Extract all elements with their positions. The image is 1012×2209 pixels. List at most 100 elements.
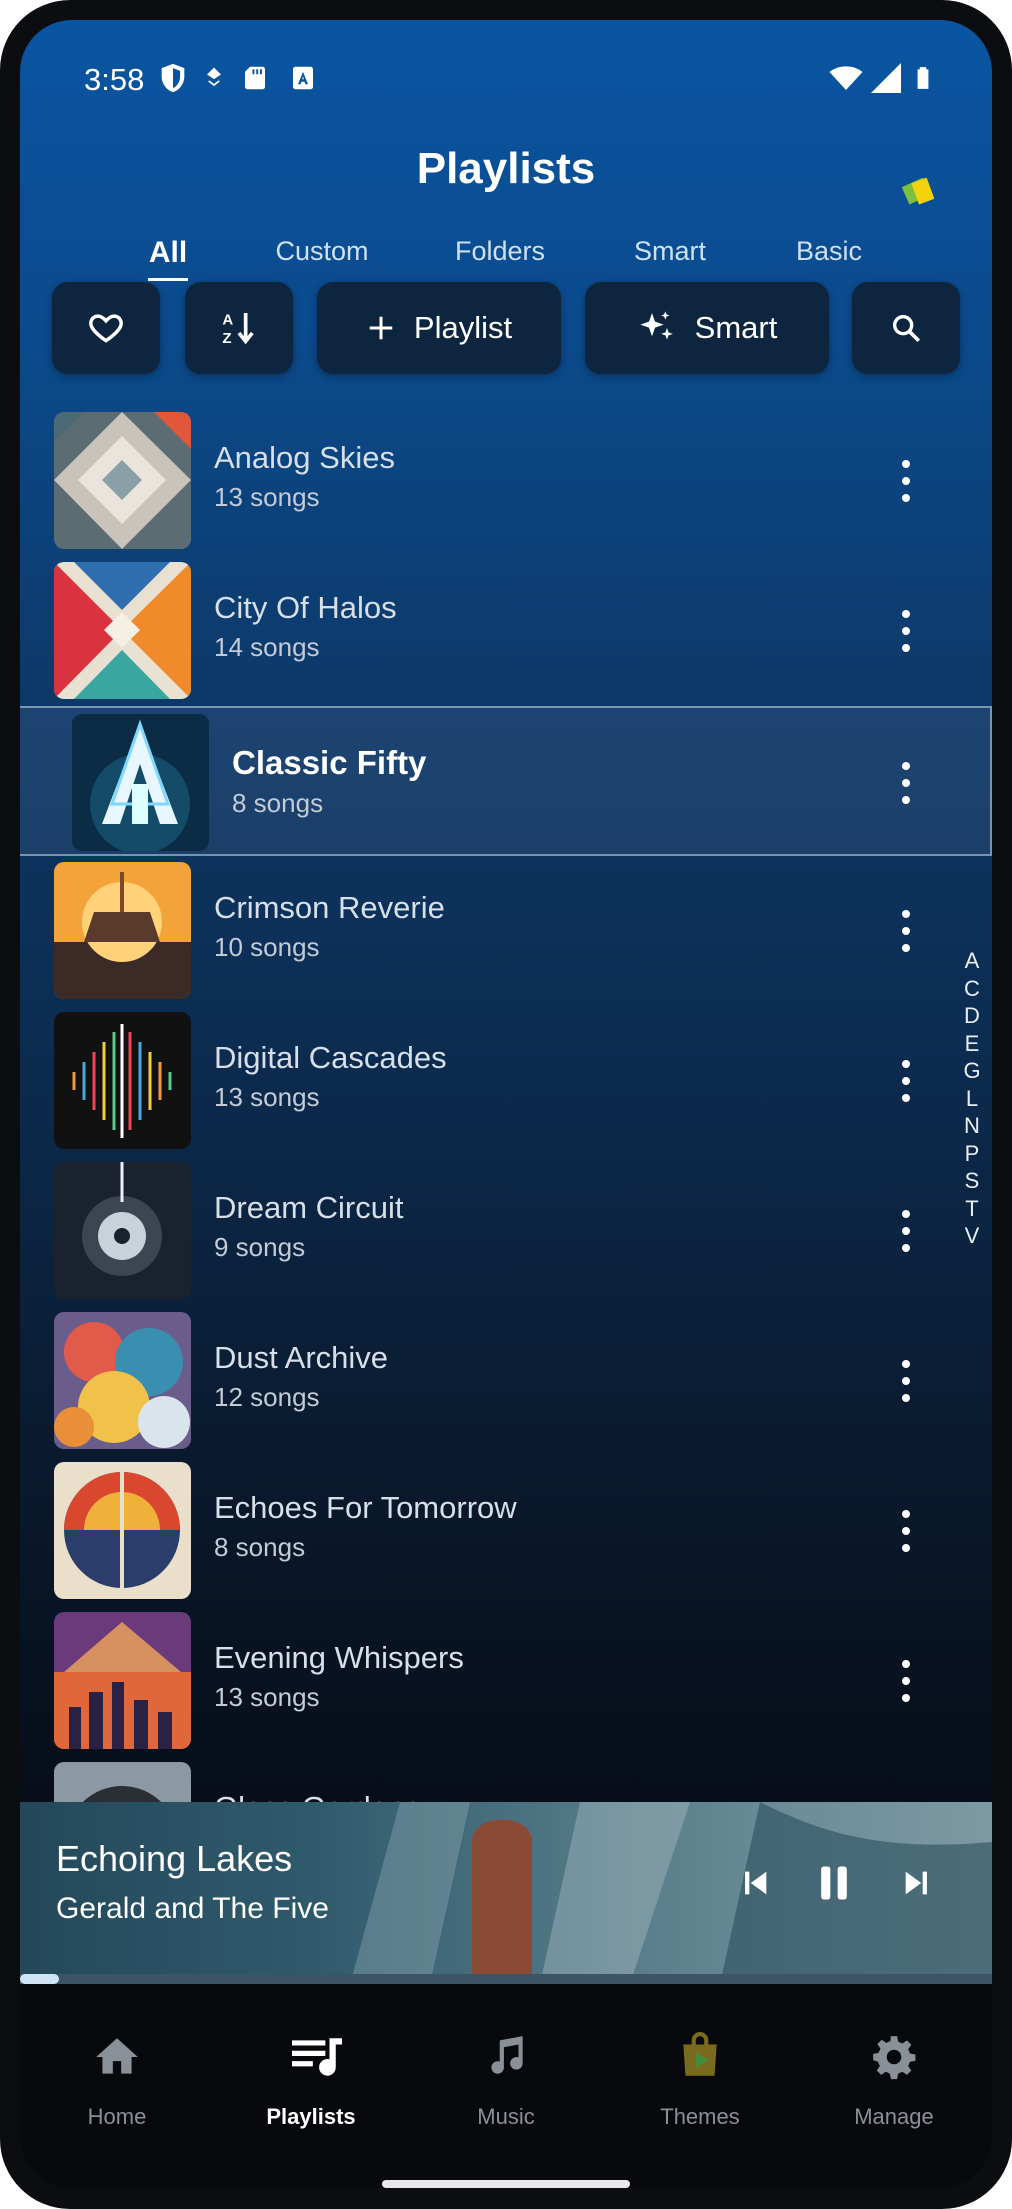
playlist-name: Evening Whispers (214, 1640, 464, 1675)
app-notification-icon (293, 66, 313, 90)
now-playing-artist: Gerald and The Five (56, 1892, 329, 1925)
more-options-icon[interactable] (898, 1654, 914, 1708)
playlist-artwork (54, 1162, 191, 1299)
playlist-row[interactable]: Dust Archive 12 songs (20, 1312, 992, 1462)
nav-manage[interactable]: Manage (799, 1984, 989, 2129)
playlist-song-count: 8 songs (214, 1532, 306, 1562)
playlist-artwork (54, 412, 191, 549)
tab-bar: All Custom Folders Smart Basic (20, 220, 992, 290)
tab-all[interactable]: All (149, 236, 187, 270)
now-playing-track: Echoing Lakes (56, 1838, 293, 1879)
tab-custom[interactable]: Custom (275, 236, 368, 267)
index-letter[interactable]: C (960, 976, 984, 1004)
pause-icon[interactable] (812, 1860, 856, 1906)
skip-previous-icon[interactable] (738, 1866, 772, 1900)
playlist-name: Dream Circuit (214, 1190, 404, 1225)
playlist-name: Crimson Reverie (214, 890, 445, 925)
app-screen: 3:58 Playlists All Custom Folders Smart … (20, 20, 992, 2188)
nav-playlists[interactable]: Playlists (216, 1984, 406, 2129)
more-options-icon[interactable] (898, 756, 914, 810)
more-options-icon[interactable] (898, 1204, 914, 1258)
smart-label: Smart (694, 310, 778, 345)
shield-icon (161, 63, 185, 93)
home-icon (96, 2038, 138, 2074)
playlist-row[interactable]: Crimson Reverie 10 songs (20, 862, 992, 1012)
playlist-icon (292, 2038, 342, 2076)
playback-progress[interactable] (20, 1974, 992, 1984)
playlist-song-count: 9 songs (214, 1232, 306, 1262)
playlist-row-selected[interactable]: Classic Fifty 8 songs (20, 706, 992, 856)
more-options-icon[interactable] (898, 1054, 914, 1108)
index-letter[interactable]: V (960, 1223, 984, 1251)
more-options-icon[interactable] (898, 904, 914, 958)
sort-az-icon: A Z (222, 312, 254, 347)
index-letter[interactable]: D (960, 1003, 984, 1031)
playlist-song-count: 12 songs (214, 1382, 320, 1412)
heart-icon (89, 314, 123, 343)
playlist-artwork (54, 1312, 191, 1449)
playlist-artwork (54, 562, 191, 699)
playlist-row[interactable]: Dream Circuit 9 songs (20, 1162, 992, 1312)
index-letter[interactable]: E (960, 1031, 984, 1059)
more-options-icon[interactable] (898, 1354, 914, 1408)
nav-home[interactable]: Home (22, 1984, 212, 2129)
tab-folders[interactable]: Folders (455, 236, 545, 267)
sd-card-icon (245, 66, 265, 90)
more-options-icon[interactable] (898, 454, 914, 508)
playlist-row[interactable]: Digital Cascades 13 songs (20, 1012, 992, 1162)
skip-next-icon[interactable] (900, 1866, 934, 1900)
tab-basic[interactable]: Basic (796, 236, 862, 267)
nav-themes[interactable]: Themes (605, 1984, 795, 2129)
alphabet-index[interactable]: A C D E G L N P S T V (960, 948, 984, 1251)
more-options-icon[interactable] (898, 1504, 914, 1558)
index-letter[interactable]: L (960, 1086, 984, 1114)
playlist-name: Digital Cascades (214, 1040, 447, 1075)
search-icon (892, 314, 921, 343)
playlist-song-count: 13 songs (214, 1082, 320, 1112)
phone-frame: 3:58 Playlists All Custom Folders Smart … (0, 0, 1012, 2209)
playlist-row[interactable]: City Of Halos 14 songs (20, 562, 992, 712)
index-letter[interactable]: G (960, 1058, 984, 1086)
playlist-song-count: 14 songs (214, 632, 320, 662)
playlist-artwork (54, 1462, 191, 1599)
playlist-song-count: 8 songs (232, 788, 324, 818)
playlist-artwork (54, 1612, 191, 1749)
index-letter[interactable]: S (960, 1168, 984, 1196)
nav-music[interactable]: Music (411, 1984, 601, 2129)
smart-playlist-button[interactable]: Smart (585, 282, 829, 374)
gear-icon (873, 2036, 916, 2080)
playlist-row[interactable]: Analog Skies 13 songs (20, 412, 992, 562)
wifi-icon (829, 66, 863, 90)
svg-text:A: A (222, 312, 233, 329)
playback-progress-fill (20, 1974, 59, 1984)
playlist-list[interactable]: Analog Skies 13 songs City Of Halos 14 s… (20, 390, 992, 1820)
new-playlist-label: Playlist (413, 310, 513, 345)
playlist-name: Dust Archive (214, 1340, 389, 1375)
status-bar: 3:58 (20, 20, 992, 140)
theme-palette-icon[interactable] (896, 170, 942, 216)
playlist-artwork (54, 1012, 191, 1149)
data-saver-icon (207, 67, 221, 87)
playlist-artwork (54, 862, 191, 999)
gesture-home-bar[interactable] (382, 2180, 630, 2188)
status-time: 3:58 (84, 62, 145, 97)
battery-icon (917, 67, 929, 89)
playlist-row[interactable]: Echoes For Tomorrow 8 songs (20, 1462, 992, 1612)
index-letter[interactable]: A (960, 948, 984, 976)
playlist-artwork (72, 714, 209, 851)
search-button[interactable] (852, 282, 960, 374)
index-letter[interactable]: T (960, 1196, 984, 1224)
new-playlist-button[interactable]: Playlist (317, 282, 561, 374)
playlist-name: Classic Fifty (232, 744, 427, 781)
more-options-icon[interactable] (898, 604, 914, 658)
tab-smart[interactable]: Smart (634, 236, 706, 267)
page-title: Playlists (416, 144, 596, 193)
favorites-button[interactable] (52, 282, 160, 374)
svg-text:Z: Z (222, 330, 231, 347)
sort-button[interactable]: A Z (185, 282, 293, 374)
cell-signal-icon (871, 63, 901, 93)
index-letter[interactable]: N (960, 1113, 984, 1141)
playlist-row[interactable]: Evening Whispers 13 songs (20, 1612, 992, 1762)
index-letter[interactable]: P (960, 1141, 984, 1169)
now-playing-bar[interactable]: Echoing Lakes Gerald and The Five (20, 1802, 992, 1984)
